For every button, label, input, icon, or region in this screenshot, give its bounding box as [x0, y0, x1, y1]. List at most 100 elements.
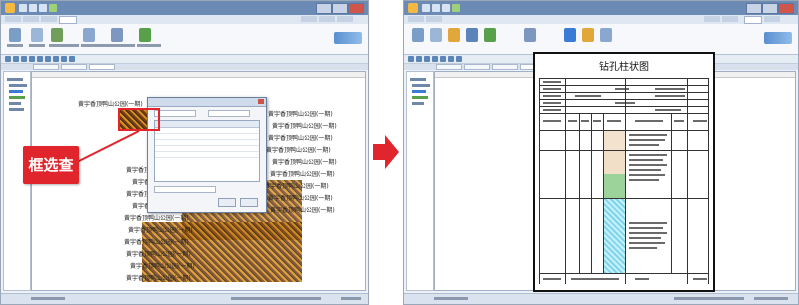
tree-item[interactable]: [9, 84, 27, 87]
close-button[interactable]: [348, 3, 364, 14]
document-tab[interactable]: [61, 64, 87, 70]
dialog-filter-field[interactable]: [208, 110, 250, 117]
ribbon-tool-icon[interactable]: [430, 28, 442, 42]
toolbar-icon[interactable]: [456, 56, 462, 62]
ribbon-tool-icon[interactable]: [139, 28, 151, 42]
ribbon-tool-icon[interactable]: [582, 28, 594, 42]
ribbon-tool-icon[interactable]: [31, 28, 43, 42]
ribbon-tab[interactable]: [764, 16, 780, 22]
close-button[interactable]: [778, 3, 794, 14]
tree-item-selected[interactable]: [412, 90, 426, 93]
toolbar-icon[interactable]: [61, 56, 67, 62]
undo-icon[interactable]: [29, 4, 37, 12]
toolbar-icon[interactable]: [408, 56, 414, 62]
tree-item[interactable]: [410, 78, 426, 81]
query-result-dialog[interactable]: [147, 97, 267, 213]
toolbar-icon[interactable]: [5, 56, 11, 62]
ribbon-tool-icon[interactable]: [448, 28, 460, 42]
quick-access-icon[interactable]: [452, 4, 460, 12]
toolbar-icon[interactable]: [416, 56, 422, 62]
toolbar-icon[interactable]: [21, 56, 27, 62]
toolbar-icon[interactable]: [69, 56, 75, 62]
tree-item[interactable]: [9, 96, 25, 99]
ribbon-tab[interactable]: [23, 16, 39, 22]
tree-item-selected[interactable]: [9, 90, 23, 93]
undo-icon[interactable]: [432, 4, 440, 12]
ribbon-tool-icon[interactable]: [83, 28, 95, 42]
redo-icon[interactable]: [39, 4, 47, 12]
table-row[interactable]: [155, 139, 259, 140]
save-icon[interactable]: [19, 4, 27, 12]
table-row[interactable]: [155, 151, 259, 152]
ribbon-tab-active[interactable]: [744, 16, 762, 24]
toolbar-icon[interactable]: [448, 56, 454, 62]
quick-toolbar: [1, 55, 368, 64]
document-tab[interactable]: [492, 64, 518, 70]
ribbon-tab[interactable]: [722, 16, 738, 22]
minimize-button[interactable]: [746, 3, 762, 14]
tree-item[interactable]: [412, 96, 428, 99]
quick-access-icon[interactable]: [49, 4, 57, 12]
dialog-ok-button[interactable]: [218, 198, 236, 207]
table-row[interactable]: [155, 145, 259, 146]
document-tab-active[interactable]: [89, 64, 115, 70]
dialog-cancel-button[interactable]: [240, 198, 258, 207]
redo-icon[interactable]: [442, 4, 450, 12]
maximize-button[interactable]: [762, 3, 778, 14]
ribbon-tool-caption: [109, 44, 135, 47]
save-icon[interactable]: [422, 4, 430, 12]
ribbon-tool-icon[interactable]: [564, 28, 576, 42]
tree-item[interactable]: [412, 102, 424, 105]
callout-label: 框选查询: [23, 146, 79, 212]
ribbon-tool-icon[interactable]: [51, 28, 63, 42]
tree-item[interactable]: [9, 102, 21, 105]
description-line: [629, 159, 663, 161]
footer-field: [543, 278, 561, 280]
toolbar-icon[interactable]: [13, 56, 19, 62]
ribbon-tab[interactable]: [319, 16, 335, 22]
ribbon-tab[interactable]: [408, 16, 424, 22]
dialog-status-field: [154, 186, 216, 193]
tree-item[interactable]: [412, 84, 430, 87]
grid-line: [671, 113, 672, 273]
ribbon-tool-icon[interactable]: [111, 28, 123, 42]
query-result-table[interactable]: [154, 120, 260, 182]
toolbar-icon[interactable]: [45, 56, 51, 62]
header-field: [543, 88, 561, 90]
ribbon-tool-icon[interactable]: [524, 28, 536, 42]
borehole-log-report[interactable]: 钻孔柱状图: [533, 52, 715, 292]
dialog-close-icon[interactable]: [258, 99, 264, 104]
horizontal-ruler: [32, 72, 365, 78]
dialog-title-bar[interactable]: [148, 98, 266, 107]
ribbon-tool-icon[interactable]: [600, 28, 612, 42]
toolbar-icon[interactable]: [424, 56, 430, 62]
ribbon-tab[interactable]: [337, 16, 353, 22]
ribbon-tool-icon[interactable]: [466, 28, 478, 42]
table-row[interactable]: [155, 133, 259, 134]
toolbar-icon[interactable]: [432, 56, 438, 62]
toolbar-icon[interactable]: [53, 56, 59, 62]
ribbon-toolbar: [404, 24, 798, 55]
toolbar-icon[interactable]: [37, 56, 43, 62]
document-tab[interactable]: [33, 64, 59, 70]
ribbon-tab[interactable]: [426, 16, 442, 22]
ribbon-tool-icon[interactable]: [484, 28, 496, 42]
layer-tree-panel[interactable]: [406, 71, 434, 291]
document-tab[interactable]: [436, 64, 462, 70]
ribbon-tool-icon[interactable]: [412, 28, 424, 42]
ribbon-tab-active[interactable]: [59, 16, 77, 24]
tree-item[interactable]: [9, 108, 24, 111]
ribbon-tool-icon[interactable]: [9, 28, 21, 42]
toolbar-icon[interactable]: [440, 56, 446, 62]
ribbon-tab[interactable]: [704, 16, 720, 22]
ribbon-tab[interactable]: [301, 16, 317, 22]
dialog-filter-field[interactable]: [154, 110, 196, 117]
ribbon-tab[interactable]: [41, 16, 57, 22]
document-tab[interactable]: [464, 64, 490, 70]
table-row[interactable]: [155, 157, 259, 158]
toolbar-icon[interactable]: [29, 56, 35, 62]
tree-item[interactable]: [7, 78, 23, 81]
minimize-button[interactable]: [316, 3, 332, 14]
maximize-button[interactable]: [332, 3, 348, 14]
ribbon-tab[interactable]: [5, 16, 21, 22]
